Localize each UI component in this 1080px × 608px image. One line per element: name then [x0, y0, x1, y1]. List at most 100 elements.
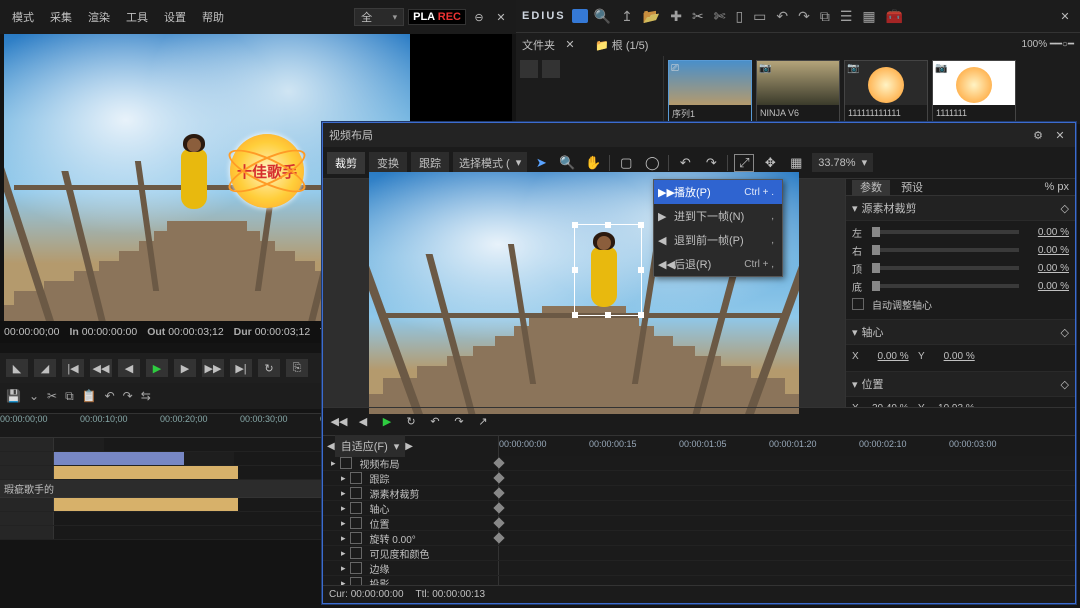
minimize-icon[interactable]: ⊖: [470, 8, 488, 26]
folder-icon[interactable]: [572, 9, 588, 23]
undo-icon[interactable]: ↶: [105, 389, 115, 403]
menu-settings[interactable]: 设置: [158, 7, 192, 27]
kf-enable[interactable]: [340, 457, 352, 469]
expand-icon[interactable]: ▸: [341, 473, 346, 484]
kf-undo-icon[interactable]: ↶: [425, 415, 445, 428]
new-icon[interactable]: ✚: [670, 8, 682, 25]
kf-back-icon[interactable]: ◀: [353, 415, 373, 428]
tab-transform[interactable]: 变换: [369, 152, 407, 174]
forward-icon[interactable]: ▶: [174, 359, 196, 377]
select-tool-icon[interactable]: ➤: [531, 155, 551, 171]
slider-top[interactable]: [872, 266, 1019, 270]
expand-icon[interactable]: ▸: [341, 503, 346, 514]
redo-icon[interactable]: ↷: [123, 389, 133, 403]
zoom-value[interactable]: 100%: [1022, 39, 1048, 50]
kf-fit-combo[interactable]: 自适应(F) ▾: [335, 435, 406, 457]
tool-icon[interactable]: ⌄: [29, 389, 39, 403]
value-left[interactable]: 0.00 %: [1023, 227, 1069, 238]
expand-icon[interactable]: ▸: [331, 458, 336, 469]
kf-enable[interactable]: [350, 502, 362, 514]
slider-right[interactable]: [872, 248, 1019, 252]
pla-rec-toggle[interactable]: PLA REC: [408, 9, 466, 25]
close-icon[interactable]: ✕: [492, 8, 510, 26]
bin-item[interactable]: 📷 NINJA V6: [756, 60, 840, 122]
expand-icon[interactable]: ▸: [341, 563, 346, 574]
expand-icon[interactable]: ▾: [852, 326, 858, 339]
gear-icon[interactable]: ⚙: [1029, 126, 1047, 144]
ripple-icon[interactable]: ⇆: [141, 389, 151, 403]
kf-repeat-icon[interactable]: ↻: [401, 415, 421, 428]
kf-track[interactable]: [499, 531, 1075, 545]
kf-redo-icon[interactable]: ↷: [449, 415, 469, 428]
menu-help[interactable]: 帮助: [196, 7, 230, 27]
fit-icon[interactable]: ⤢: [734, 154, 754, 172]
expand-icon[interactable]: ▾: [852, 202, 858, 215]
ellipse-icon[interactable]: ◯: [642, 155, 662, 171]
redo3-icon[interactable]: ↷: [701, 155, 721, 171]
step-back-icon[interactable]: ◀◀: [90, 359, 112, 377]
undo3-icon[interactable]: ↶: [675, 155, 695, 171]
kf-enable[interactable]: [350, 562, 362, 574]
cut2-icon[interactable]: ✄: [714, 8, 726, 25]
set-out-icon[interactable]: ◢: [34, 359, 56, 377]
rewind-icon[interactable]: ◀: [118, 359, 140, 377]
export-icon[interactable]: ⎘: [286, 359, 308, 377]
clip[interactable]: [54, 452, 184, 465]
kf-enable[interactable]: [350, 577, 362, 585]
undo2-icon[interactable]: ↶: [776, 8, 788, 25]
selection-box[interactable]: [574, 224, 642, 316]
clip[interactable]: [54, 466, 238, 479]
menu-tools[interactable]: 工具: [120, 7, 154, 27]
rect-icon[interactable]: ▢: [616, 155, 636, 171]
clip-icon[interactable]: ▭: [753, 8, 766, 25]
tab-track[interactable]: 跟踪: [411, 152, 449, 174]
kf-enable[interactable]: [350, 472, 362, 484]
zoom-tool-icon[interactable]: 🔍: [557, 155, 577, 171]
track-header[interactable]: [0, 438, 54, 451]
kf-play-icon[interactable]: ▶: [377, 415, 397, 428]
slider-left[interactable]: [872, 230, 1019, 234]
kf-track[interactable]: [499, 486, 1075, 500]
value-right[interactable]: 0.00 %: [1023, 245, 1069, 256]
kf-enable[interactable]: [350, 547, 362, 559]
tab-crop[interactable]: 裁剪: [327, 152, 365, 174]
kf-enable[interactable]: [350, 487, 362, 499]
kf-track[interactable]: [499, 456, 1075, 470]
zoom-combo[interactable]: 33.78% ▾: [812, 153, 873, 172]
pivot-y[interactable]: 0.00 %: [929, 351, 975, 362]
bin-item-sequence[interactable]: ⎚ 序列1: [668, 60, 752, 122]
list-icon[interactable]: ☰: [840, 8, 853, 25]
check-autocenter[interactable]: [852, 298, 864, 310]
tc-in[interactable]: 00:00:00:00: [82, 326, 137, 338]
tab-params[interactable]: 参数: [852, 180, 890, 196]
expand-icon[interactable]: ▸: [341, 488, 346, 499]
bin-item[interactable]: 📷 111111111111: [844, 60, 928, 122]
view-thumb-icon[interactable]: [520, 60, 538, 78]
unit-toggle[interactable]: % px: [1045, 181, 1069, 193]
kf-track[interactable]: [499, 516, 1075, 530]
toolbox-icon[interactable]: 🧰: [886, 8, 903, 25]
expand-icon[interactable]: ▾: [852, 378, 858, 391]
loop-icon[interactable]: ↻: [258, 359, 280, 377]
slider-bottom[interactable]: [872, 284, 1019, 288]
go-start-icon[interactable]: |◀: [62, 359, 84, 377]
keyframe-toggle-icon[interactable]: ◇: [1061, 326, 1069, 339]
kf-track[interactable]: [499, 576, 1075, 585]
close-folder-icon[interactable]: ✕: [561, 36, 579, 54]
kf-curve-icon[interactable]: ↗: [473, 415, 493, 428]
view-list-icon[interactable]: [542, 60, 560, 78]
track-header[interactable]: [0, 452, 54, 465]
close-window-icon[interactable]: ✕: [1051, 126, 1069, 144]
play-icon[interactable]: ▶: [146, 359, 168, 377]
folder-tab[interactable]: 文件夹: [522, 37, 555, 53]
clip[interactable]: [54, 498, 238, 511]
trim-icon[interactable]: ✂: [692, 8, 704, 25]
menu-capture[interactable]: 采集: [44, 7, 78, 27]
hand-tool-icon[interactable]: ✋: [583, 155, 603, 171]
kf-track[interactable]: [499, 546, 1075, 560]
expand-icon[interactable]: ▸: [341, 578, 346, 586]
canvas-area[interactable]: ▶▶播放(P)Ctrl + . ▶进到下一帧(N), ◀退到前一帧(P), ◀◀…: [323, 179, 845, 407]
paste-icon[interactable]: 📋: [82, 389, 97, 403]
menu-mode[interactable]: 模式: [6, 7, 40, 27]
ctx-play[interactable]: ▶▶播放(P)Ctrl + .: [654, 180, 782, 204]
